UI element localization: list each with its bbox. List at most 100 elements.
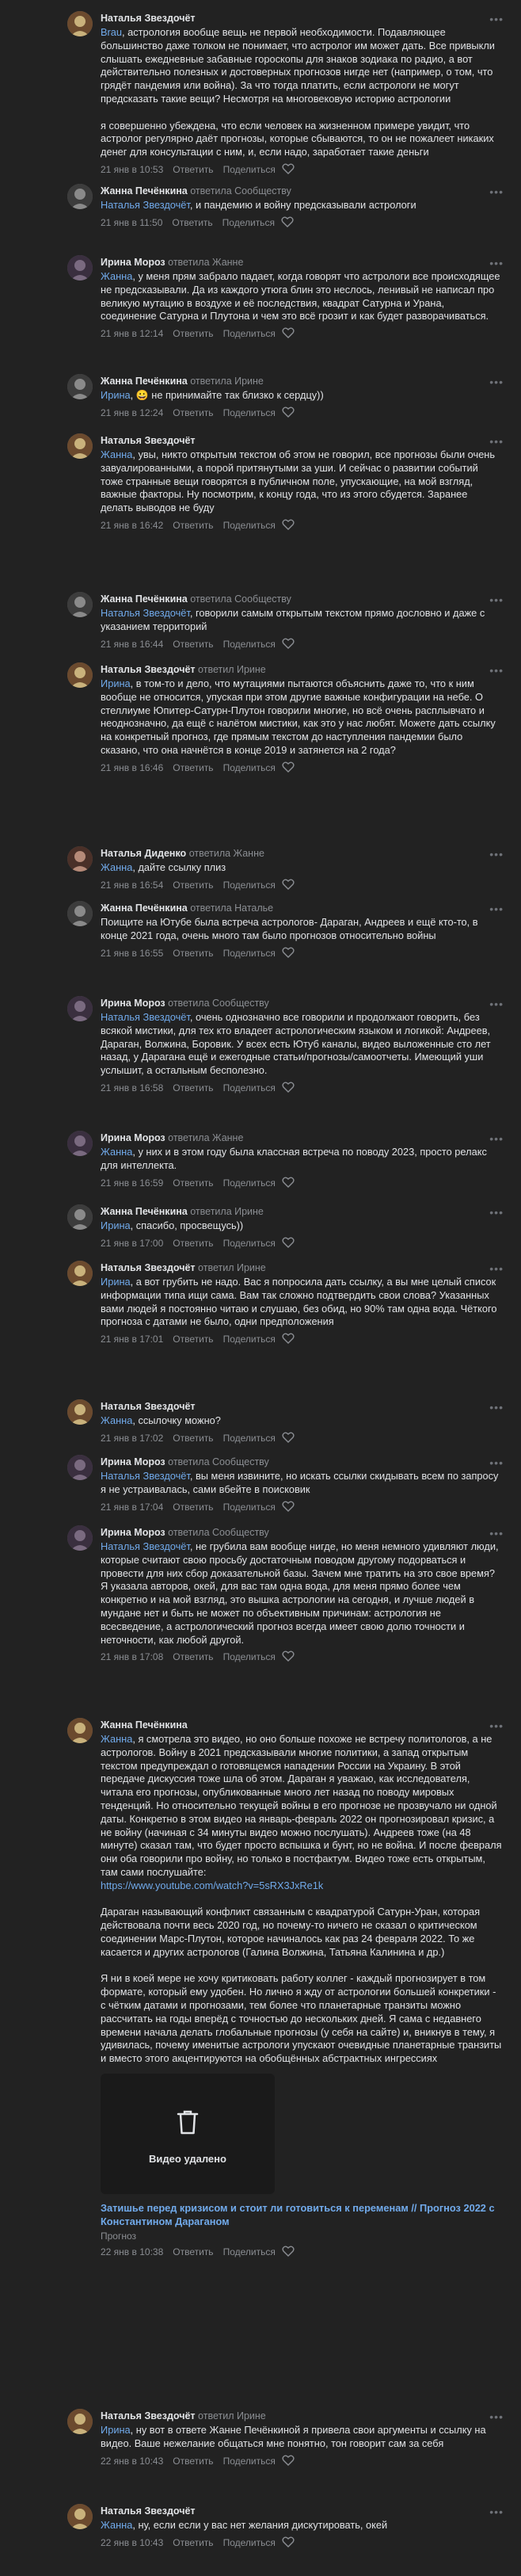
more-icon[interactable]: ••• <box>489 1456 504 1469</box>
comment-date[interactable]: 21 янв в 16:44 <box>101 639 163 650</box>
author-name[interactable]: Наталья Диденко <box>101 848 186 859</box>
reply-button[interactable]: Ответить <box>173 639 213 650</box>
mention-link[interactable]: Жанна <box>101 2519 132 2531</box>
comment-date[interactable]: 22 янв в 10:38 <box>101 2246 163 2257</box>
author-name[interactable]: Наталья Звездочёт <box>101 13 196 24</box>
share-button[interactable]: Поделиться <box>223 880 276 891</box>
avatar[interactable] <box>67 996 93 1021</box>
reply-button[interactable]: Ответить <box>173 1502 213 1513</box>
more-icon[interactable]: ••• <box>489 1132 504 1145</box>
heart-icon[interactable] <box>282 1651 295 1666</box>
reply-button[interactable]: Ответить <box>173 164 213 175</box>
author-name[interactable]: Ирина Мороз <box>101 1456 165 1467</box>
mention-link[interactable]: Жанна <box>101 1146 132 1158</box>
share-button[interactable]: Поделиться <box>223 2537 276 2548</box>
reply-button[interactable]: Ответить <box>173 1334 213 1345</box>
mention-link[interactable]: Наталья Звездочёт <box>101 1011 190 1023</box>
avatar[interactable] <box>67 592 93 617</box>
more-icon[interactable]: ••• <box>489 1527 504 1540</box>
comment-date[interactable]: 21 янв в 10:53 <box>101 164 163 175</box>
more-icon[interactable]: ••• <box>489 435 504 448</box>
avatar[interactable] <box>67 1525 93 1551</box>
video-url-link[interactable]: https://www.youtube.com/watch?v=5sRX3JxR… <box>101 1880 323 1891</box>
avatar[interactable] <box>67 433 93 459</box>
mention-link[interactable]: Наталья Звездочёт <box>101 1540 190 1552</box>
share-button[interactable]: Поделиться <box>223 2246 276 2257</box>
more-icon[interactable]: ••• <box>489 257 504 269</box>
more-icon[interactable]: ••• <box>489 185 504 198</box>
heart-icon[interactable] <box>282 2455 295 2470</box>
mention-link[interactable]: Жанна <box>101 1414 132 1426</box>
heart-icon[interactable] <box>282 879 295 894</box>
reply-button[interactable]: Ответить <box>173 407 213 418</box>
mention-link[interactable]: Ирина <box>101 1276 131 1288</box>
more-icon[interactable]: ••• <box>489 1719 504 1732</box>
mention-link[interactable]: Наталья Звездочёт <box>101 199 190 211</box>
mention-link[interactable]: Ирина <box>101 1219 131 1231</box>
heart-icon[interactable] <box>282 1501 295 1516</box>
share-button[interactable]: Поделиться <box>223 762 276 773</box>
share-button[interactable]: Поделиться <box>223 520 276 531</box>
more-icon[interactable]: ••• <box>489 2505 504 2518</box>
share-button[interactable]: Поделиться <box>223 1502 276 1513</box>
comment-date[interactable]: 21 янв в 16:59 <box>101 1177 163 1189</box>
reply-button[interactable]: Ответить <box>173 1433 213 1444</box>
heart-icon[interactable] <box>282 327 295 342</box>
comment-date[interactable]: 21 янв в 16:55 <box>101 948 163 959</box>
heart-icon[interactable] <box>282 2246 295 2261</box>
heart-icon[interactable] <box>282 761 295 777</box>
share-button[interactable]: Поделиться <box>223 1082 276 1093</box>
reply-button[interactable]: Ответить <box>173 1651 213 1662</box>
share-button[interactable]: Поделиться <box>223 2456 276 2467</box>
reply-button[interactable]: Ответить <box>173 880 213 891</box>
heart-icon[interactable] <box>282 1333 295 1348</box>
mention-link[interactable]: Ирина <box>101 2424 131 2436</box>
comment-date[interactable]: 21 янв в 16:46 <box>101 762 163 773</box>
heart-icon[interactable] <box>282 1432 295 1447</box>
comment-date[interactable]: 22 янв в 10:43 <box>101 2456 163 2467</box>
author-name[interactable]: Ирина Мороз <box>101 257 165 268</box>
heart-icon[interactable] <box>282 638 295 653</box>
share-button[interactable]: Поделиться <box>223 639 276 650</box>
mention-link[interactable]: Наталья Звездочёт <box>101 607 190 619</box>
avatar[interactable] <box>67 255 93 280</box>
share-button[interactable]: Поделиться <box>223 1651 276 1662</box>
author-name[interactable]: Наталья Звездочёт <box>101 2410 196 2421</box>
avatar[interactable] <box>67 901 93 926</box>
heart-icon[interactable] <box>282 163 295 178</box>
heart-icon[interactable] <box>281 216 294 231</box>
comment-date[interactable]: 21 янв в 17:08 <box>101 1651 163 1662</box>
reply-button[interactable]: Ответить <box>173 2537 213 2548</box>
reply-button[interactable]: Ответить <box>173 1177 213 1189</box>
comment-date[interactable]: 21 янв в 16:54 <box>101 880 163 891</box>
author-name[interactable]: Жанна Печёнкина <box>101 376 188 387</box>
share-button[interactable]: Поделиться <box>223 1433 276 1444</box>
author-name[interactable]: Ирина Мороз <box>101 1132 165 1143</box>
more-icon[interactable]: ••• <box>489 376 504 388</box>
more-icon[interactable]: ••• <box>489 848 504 861</box>
author-name[interactable]: Наталья Звездочёт <box>101 1262 196 1273</box>
author-name[interactable]: Ирина Мороз <box>101 1527 165 1538</box>
reply-button[interactable]: Ответить <box>173 948 213 959</box>
comment-date[interactable]: 21 янв в 17:04 <box>101 1502 163 1513</box>
reply-button[interactable]: Ответить <box>173 1238 213 1249</box>
reply-button[interactable]: Ответить <box>173 1082 213 1093</box>
share-button[interactable]: Поделиться <box>223 1334 276 1345</box>
mention-link[interactable]: Жанна <box>101 861 132 873</box>
more-icon[interactable]: ••• <box>489 1206 504 1219</box>
comment-date[interactable]: 21 янв в 11:50 <box>101 217 162 228</box>
heart-icon[interactable] <box>282 1237 295 1252</box>
heart-icon[interactable] <box>282 406 295 422</box>
heart-icon[interactable] <box>282 519 295 534</box>
more-icon[interactable]: ••• <box>489 903 504 915</box>
reply-button[interactable]: Ответить <box>173 2456 213 2467</box>
share-button[interactable]: Поделиться <box>223 164 276 175</box>
avatar[interactable] <box>67 1399 93 1425</box>
reply-button[interactable]: Ответить <box>173 328 213 339</box>
avatar[interactable] <box>67 11 93 36</box>
heart-icon[interactable] <box>282 1177 295 1192</box>
author-name[interactable]: Наталья Звездочёт <box>101 435 196 446</box>
comment-date[interactable]: 22 янв в 10:43 <box>101 2537 163 2548</box>
reply-button[interactable]: Ответить <box>173 520 213 531</box>
more-icon[interactable]: ••• <box>489 1401 504 1414</box>
